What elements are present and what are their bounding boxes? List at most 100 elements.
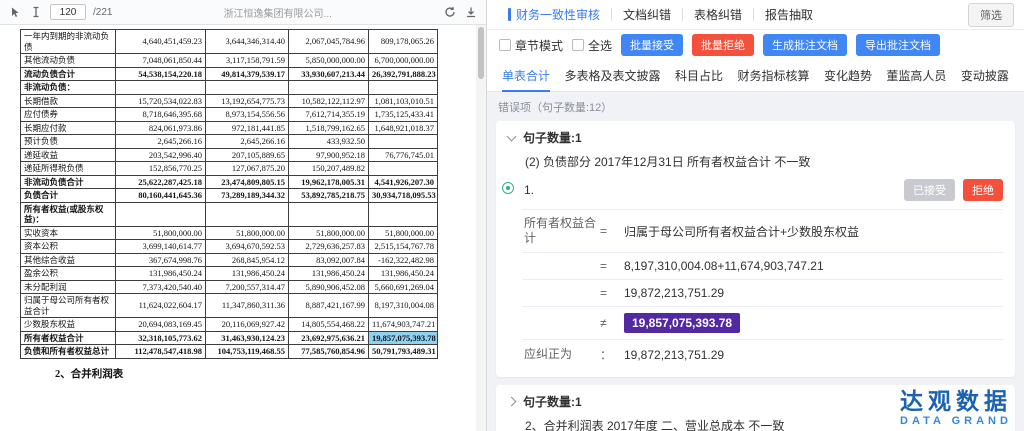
row-value bbox=[369, 81, 438, 95]
formula-right-value: 19,857,075,393.78 bbox=[624, 313, 1003, 333]
tab-table-correction[interactable]: 表格纠错 bbox=[683, 6, 753, 23]
error-card-header[interactable]: 句子数量:1 bbox=[508, 129, 1003, 146]
row-value: 7,200,557,314.47 bbox=[206, 280, 289, 294]
row-value: 49,814,379,539.17 bbox=[206, 67, 289, 81]
row-value: -162,322,482.98 bbox=[369, 253, 438, 267]
accepted-button[interactable]: 已接受 bbox=[904, 179, 955, 201]
document-scrollbar[interactable] bbox=[476, 25, 486, 431]
row-value: 972,181,441.85 bbox=[206, 121, 289, 135]
tab-financial-consistency-review[interactable]: 财务一致性审核 bbox=[497, 6, 611, 23]
checkbox-icon bbox=[499, 39, 511, 51]
formula-operator: = bbox=[600, 224, 624, 238]
row-value bbox=[289, 81, 369, 95]
row-value bbox=[289, 202, 369, 226]
row-label: 递延所得税负债 bbox=[21, 162, 116, 176]
error-title: 2、合并利润表 2017年度 二、营业总成本 不一致 bbox=[525, 417, 1003, 431]
row-value: 6,700,000,000.00 bbox=[369, 54, 438, 68]
row-value: 32,318,105,773.62 bbox=[116, 331, 206, 345]
row-value: 367,674,998.76 bbox=[116, 253, 206, 267]
row-value: 207,105,889.65 bbox=[206, 148, 289, 162]
row-label: 应付债券 bbox=[21, 108, 116, 122]
subtab-financial-indicator-check[interactable]: 财务指标核算 bbox=[737, 60, 809, 92]
row-value bbox=[369, 135, 438, 149]
row-value: 1,648,921,018.37 bbox=[369, 121, 438, 135]
table-row: 盈余公积131,986,450.24131,986,450.24131,986,… bbox=[21, 267, 438, 281]
row-value: 809,178,065.26 bbox=[369, 30, 438, 54]
chevron-right-icon[interactable] bbox=[507, 397, 517, 407]
checkbox-icon bbox=[572, 39, 584, 51]
filter-button[interactable]: 筛选 bbox=[968, 3, 1014, 27]
chapter-mode-checkbox[interactable]: 章节模式 bbox=[499, 37, 563, 54]
table-row: 流动负债合计54,538,154,220.1849,814,379,539.17… bbox=[21, 67, 438, 81]
app-window: /221 浙江恒逸集团有限公司... 一年内到期的非流动负债4,640,451,… bbox=[0, 0, 1024, 431]
row-value: 3,117,158,791.59 bbox=[206, 54, 289, 68]
formula-left-label: 应纠正为 bbox=[524, 347, 600, 362]
document-page: 一年内到期的非流动负债4,640,451,459.233,644,346,314… bbox=[0, 25, 476, 431]
subtab-single-table-total[interactable]: 单表合计 bbox=[502, 60, 550, 92]
row-label: 非流动负债： bbox=[21, 81, 116, 95]
chevron-down-icon[interactable] bbox=[507, 131, 517, 141]
row-value: 152,856,770.25 bbox=[116, 162, 206, 176]
chapter-mode-label: 章节模式 bbox=[515, 37, 563, 54]
row-value: 8,887,421,167.99 bbox=[289, 294, 369, 318]
table-row: 未分配利润7,373,420,540.407,200,557,314.475,8… bbox=[21, 280, 438, 294]
row-label: 实收资本 bbox=[21, 226, 116, 240]
formula-row: ≠19,857,075,393.78 bbox=[522, 306, 1003, 339]
download-icon[interactable] bbox=[464, 5, 478, 19]
row-label: 盈余公积 bbox=[21, 267, 116, 281]
table-row: 长期借款15,720,534,022.8313,192,654,775.7310… bbox=[21, 94, 438, 108]
highlighted-cell[interactable]: 19,857,075,393.78 bbox=[369, 331, 438, 345]
row-label: 长期应付款 bbox=[21, 121, 116, 135]
row-value: 20,116,069,927.42 bbox=[206, 318, 289, 332]
row-value: 8,718,646,395.68 bbox=[116, 108, 206, 122]
export-annotated-doc-button[interactable]: 导出批注文档 bbox=[856, 34, 940, 56]
row-value: 127,067,875.20 bbox=[206, 162, 289, 176]
scrollbar-thumb[interactable] bbox=[478, 27, 484, 79]
formula-right-value: 归属于母公司所有者权益合计+少数股东权益 bbox=[624, 223, 1003, 240]
row-value bbox=[116, 202, 206, 226]
select-all-checkbox[interactable]: 全选 bbox=[572, 37, 612, 54]
row-value: 203,542,996.40 bbox=[116, 148, 206, 162]
row-label: 归属于母公司所有者权益合计 bbox=[21, 294, 116, 318]
formula-rows: 所有者权益合计=归属于母公司所有者权益合计+少数股东权益=8,197,310,0… bbox=[522, 209, 1003, 369]
row-label: 负债合计 bbox=[21, 189, 116, 203]
row-value: 80,160,441,645.36 bbox=[116, 189, 206, 203]
subtab-multi-table-disclosure[interactable]: 多表格及表文披露 bbox=[564, 60, 660, 92]
tab-report-extraction[interactable]: 报告抽取 bbox=[754, 6, 824, 23]
row-value: 2,067,045,784.96 bbox=[289, 30, 369, 54]
select-all-label: 全选 bbox=[588, 37, 612, 54]
row-value: 11,674,903,747.21 bbox=[369, 318, 438, 332]
row-label: 预计负债 bbox=[21, 135, 116, 149]
table-row: 非流动负债合计25,622,287,425.1823,474,809,805.1… bbox=[21, 175, 438, 189]
row-value: 30,934,718,095.53 bbox=[369, 189, 438, 203]
row-label: 所有者权益合计 bbox=[21, 331, 116, 345]
page-number-input[interactable] bbox=[50, 4, 86, 20]
document-title: 浙江恒逸集团有限公司... bbox=[119, 5, 436, 20]
subtab-trend-change[interactable]: 变化趋势 bbox=[824, 60, 872, 92]
subtab-executives[interactable]: 董监高人员 bbox=[886, 60, 946, 92]
generate-annotated-doc-button[interactable]: 生成批注文档 bbox=[763, 34, 847, 56]
row-value: 5,850,000,000.00 bbox=[289, 54, 369, 68]
pan-tool-icon[interactable] bbox=[8, 5, 22, 19]
error-card-header[interactable]: 句子数量:1 bbox=[508, 393, 1003, 410]
formula-row: =19,872,213,751.29 bbox=[522, 279, 1003, 306]
row-value: 76,776,745.01 bbox=[369, 148, 438, 162]
subtab-account-ratio[interactable]: 科目占比 bbox=[675, 60, 723, 92]
refresh-icon[interactable] bbox=[443, 5, 457, 19]
subtab-change-disclosure[interactable]: 变动披露 bbox=[961, 60, 1009, 92]
item-index: 1. bbox=[524, 183, 534, 197]
batch-accept-button[interactable]: 批量接受 bbox=[621, 34, 683, 56]
batch-reject-button[interactable]: 批量拒绝 bbox=[692, 34, 754, 56]
error-card-collapsed: 句子数量:1 2、合并利润表 2017年度 二、营业总成本 不一致 bbox=[496, 385, 1015, 431]
row-value: 19,962,178,005.31 bbox=[289, 175, 369, 189]
text-select-tool-icon[interactable] bbox=[29, 5, 43, 19]
locate-icon[interactable] bbox=[502, 182, 514, 194]
tab-label: 报告抽取 bbox=[765, 6, 813, 23]
reject-button[interactable]: 拒绝 bbox=[963, 179, 1003, 201]
tab-document-correction[interactable]: 文档纠错 bbox=[612, 6, 682, 23]
row-value: 10,582,122,112.97 bbox=[289, 94, 369, 108]
row-label: 其他综合收益 bbox=[21, 253, 116, 267]
row-value: 31,463,930,124.23 bbox=[206, 331, 289, 345]
row-value: 51,800,000.00 bbox=[369, 226, 438, 240]
row-value: 11,624,022,604.17 bbox=[116, 294, 206, 318]
